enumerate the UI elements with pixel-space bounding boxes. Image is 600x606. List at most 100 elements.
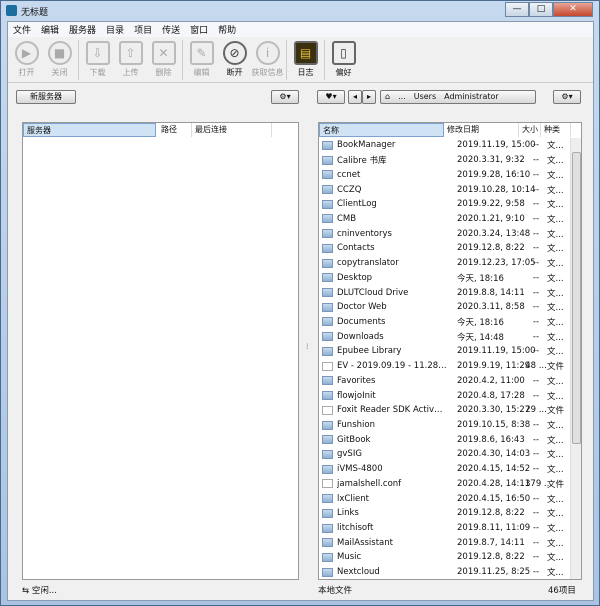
file-row[interactable]: CCZQ 2019.10.28, 10:14 -- 文... [319, 182, 567, 197]
file-row[interactable]: iVMS-4800 2020.4.15, 14:52 -- 文... [319, 462, 567, 477]
home-icon[interactable]: ⌂ [385, 91, 390, 103]
file-row[interactable]: Nextcloud 2019.11.25, 8:25 -- 文... [319, 565, 567, 580]
breadcrumb-item[interactable]: ... [398, 91, 406, 103]
toolbar-button-preferences[interactable]: ▯ 偏好 [327, 38, 360, 82]
file-row[interactable]: BookManager 2019.11.19, 15:00 -- 文... [319, 138, 567, 153]
file-row[interactable]: Calibre 书库 2020.3.31, 9:32 -- 文... [319, 153, 567, 168]
file-row[interactable]: lxClient 2020.4.15, 16:50 -- 文... [319, 491, 567, 506]
minimize-button[interactable]: — [505, 2, 529, 17]
splitter-handle[interactable]: ⁞ [306, 342, 309, 351]
file-row[interactable]: cninventorys 2020.3.24, 13:48 -- 文... [319, 226, 567, 241]
file-kind: 文件 [547, 479, 565, 490]
close-button[interactable]: ✕ [553, 2, 593, 17]
download-icon: ⇩ [85, 41, 110, 65]
file-row[interactable]: Desktop 今天, 18:16 -- 文... [319, 270, 567, 285]
file-modified: 2019.11.19, 15:00 [457, 140, 536, 151]
file-row[interactable]: jamalshell.conf 2020.4.28, 14:11 379 ... 文件 [319, 477, 567, 492]
toolbar-label: 断开 [226, 68, 243, 77]
file-size: -- [532, 346, 540, 357]
play-icon: ▶ [14, 41, 39, 65]
toolbar-button-log[interactable]: ▤ 日志 [289, 38, 322, 82]
file-row[interactable]: Funshion 2019.10.15, 8:38 -- 文... [319, 418, 567, 433]
server-action-menu[interactable]: ⚙▾ [271, 90, 299, 104]
toolbar-button-info[interactable]: i 获取信息 [251, 38, 284, 82]
file-row[interactable]: CMB 2020.1.21, 9:10 -- 文... [319, 212, 567, 227]
toolbar-button-delete[interactable]: ✕ 删除 [147, 38, 180, 82]
file-row[interactable]: DLUTCloud Drive 2019.8.8, 14:11 -- 文... [319, 285, 567, 300]
forward-button[interactable]: ▸ [362, 90, 376, 104]
toolbar-button-play[interactable]: ▶ 打开 [10, 38, 43, 82]
file-row[interactable]: Contacts 2019.12.8, 8:22 -- 文... [319, 241, 567, 256]
column-header-last-connected[interactable]: 最后连接 [192, 123, 272, 137]
menu-item[interactable]: 项目 [129, 22, 157, 37]
menu-bar: 文件 编辑 服务器 目录 项目 传送 窗口 帮助 [8, 22, 593, 37]
file-name: Downloads [337, 331, 384, 342]
file-row[interactable]: copytranslator 2019.12.23, 17:05 -- 文... [319, 256, 567, 271]
file-icon [322, 361, 333, 371]
file-name: ccnet [337, 169, 361, 180]
column-header-name[interactable]: 名称 [319, 123, 444, 137]
file-row[interactable]: gvSIG 2020.4.30, 14:03 -- 文... [319, 447, 567, 462]
file-row[interactable]: Epubee Library 2019.11.19, 15:00 -- 文... [319, 344, 567, 359]
folder-icon [322, 420, 333, 430]
file-size: -- [532, 552, 540, 563]
file-kind: 文... [547, 273, 564, 284]
file-row[interactable]: MailAssistant 2019.8.7, 14:11 -- 文... [319, 535, 567, 550]
back-button[interactable]: ◂ [348, 90, 362, 104]
menu-item[interactable]: 帮助 [213, 22, 241, 37]
file-row[interactable]: Foxit Reader SDK ActiveX... 2020.3.30, 15… [319, 403, 567, 418]
file-row[interactable]: EV - 2019.09.19 - 11.28.58 ... 2019.9.19,… [319, 359, 567, 374]
breadcrumb-item[interactable]: Users [414, 91, 436, 103]
menu-item[interactable]: 服务器 [64, 22, 101, 37]
toolbar-label: 日志 [297, 68, 314, 77]
column-header-size[interactable]: 大小 [519, 123, 541, 137]
file-name: Foxit Reader SDK ActiveX... [337, 405, 447, 416]
toolbar-label: 关闭 [51, 68, 68, 77]
file-name: Contacts [337, 243, 375, 254]
file-row[interactable]: Doctor Web 2020.3.11, 8:58 -- 文... [319, 300, 567, 315]
folder-icon [322, 140, 333, 150]
file-row[interactable]: GitBook 2019.8.6, 16:43 -- 文... [319, 432, 567, 447]
new-server-button[interactable]: 新服务器 [16, 90, 76, 104]
toolbar-button-edit[interactable]: ✎ 编辑 [185, 38, 218, 82]
column-header-kind[interactable]: 种类 [541, 123, 571, 137]
file-row[interactable]: Documents 今天, 18:16 -- 文... [319, 315, 567, 330]
file-name: Nextcloud [337, 567, 380, 578]
scrollbar-thumb[interactable] [572, 152, 581, 444]
file-name: gvSIG [337, 449, 362, 460]
file-row[interactable]: Music 2019.12.8, 8:22 -- 文... [319, 550, 567, 565]
file-row[interactable]: litchisoft 2019.8.11, 11:09 -- 文... [319, 521, 567, 536]
file-row[interactable]: Favorites 2020.4.2, 11:00 -- 文... [319, 374, 567, 389]
menu-item[interactable]: 目录 [101, 22, 129, 37]
breadcrumb-item[interactable]: Administrator [444, 91, 499, 103]
toolbar-button-disconnect[interactable]: ⊘ 断开 [218, 38, 251, 82]
delete-icon: ✕ [151, 41, 176, 65]
folder-icon [322, 538, 333, 548]
toolbar-button-upload[interactable]: ⇧ 上传 [114, 38, 147, 82]
column-header-path[interactable]: 路径 [158, 123, 192, 137]
file-row[interactable]: flowjoInit 2020.4.8, 17:28 -- 文... [319, 388, 567, 403]
toolbar-separator [78, 40, 79, 80]
column-header-server[interactable]: 服务器 [23, 123, 156, 137]
file-name: copytranslator [337, 258, 399, 269]
menu-item[interactable]: 文件 [8, 22, 36, 37]
menu-item[interactable]: 传送 [157, 22, 185, 37]
file-row[interactable]: ccnet 2019.9.28, 16:10 -- 文... [319, 167, 567, 182]
vertical-scrollbar[interactable] [570, 138, 581, 579]
menu-item[interactable]: 编辑 [36, 22, 64, 37]
file-name: Calibre 书库 [337, 156, 387, 167]
file-row[interactable]: ClientLog 2019.9.22, 9:58 -- 文... [319, 197, 567, 212]
column-header-modified[interactable]: 修改日期 [444, 123, 519, 137]
menu-item[interactable]: 窗口 [185, 22, 213, 37]
folder-icon [322, 243, 333, 253]
file-kind: 文... [547, 509, 564, 520]
toolbar-button-stop[interactable]: ■ 关闭 [43, 38, 76, 82]
file-row[interactable]: Downloads 今天, 14:48 -- 文... [319, 329, 567, 344]
file-row[interactable]: Links 2019.12.8, 8:22 -- 文... [319, 506, 567, 521]
bookmark-menu[interactable]: ♥▾ [317, 90, 345, 104]
toolbar-button-download[interactable]: ⇩ 下载 [81, 38, 114, 82]
local-action-menu[interactable]: ⚙▾ [553, 90, 581, 104]
server-status: ⇆ 空闲... [22, 586, 57, 596]
file-modified: 2020.4.15, 14:52 [457, 464, 531, 475]
maximize-button[interactable]: □ [529, 2, 553, 17]
